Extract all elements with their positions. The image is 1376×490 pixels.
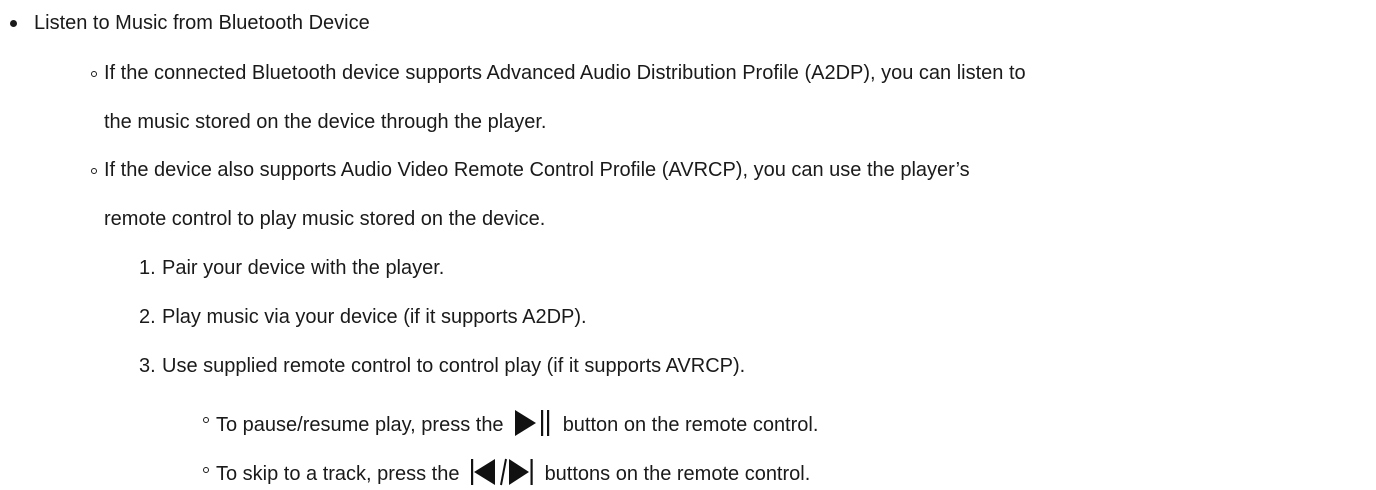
sub-item-1: To pause/resume play, press the button o… xyxy=(216,409,818,441)
sub-item-2: To skip to a track, press the buttons on… xyxy=(216,458,810,490)
bullet-circle xyxy=(91,71,97,77)
step-3-text: Use supplied remote control to control p… xyxy=(162,355,746,377)
sub-item-1-after: button on the remote control. xyxy=(562,414,819,436)
skip-track-icon xyxy=(471,458,533,490)
bullet-disc xyxy=(10,20,17,27)
step-3-number: 3. xyxy=(139,355,156,377)
document-body: Listen to Music from Bluetooth Device If… xyxy=(0,0,1376,486)
bullet-circle xyxy=(91,168,97,174)
step-1-text: Pair your device with the player. xyxy=(162,257,445,279)
bullet-circle xyxy=(203,467,209,473)
sub-item-2-before: To skip to a track, press the xyxy=(216,463,460,485)
play-pause-icon xyxy=(515,409,551,441)
step-1-number: 1. xyxy=(139,257,156,279)
sub-item-2-after: buttons on the remote control. xyxy=(544,463,811,485)
item-2-line-1: If the device also supports Audio Video … xyxy=(104,159,970,181)
item-1-line-2: the music stored on the device through t… xyxy=(104,111,547,133)
item-2-line-2: remote control to play music stored on t… xyxy=(104,208,546,230)
sub-item-1-before: To pause/resume play, press the xyxy=(216,414,504,436)
step-2-text: Play music via your device (if it suppor… xyxy=(162,306,587,328)
bullet-circle xyxy=(203,417,209,423)
item-1-line-1: If the connected Bluetooth device suppor… xyxy=(104,62,1026,84)
section-heading: Listen to Music from Bluetooth Device xyxy=(34,12,370,34)
step-2-number: 2. xyxy=(139,306,156,328)
